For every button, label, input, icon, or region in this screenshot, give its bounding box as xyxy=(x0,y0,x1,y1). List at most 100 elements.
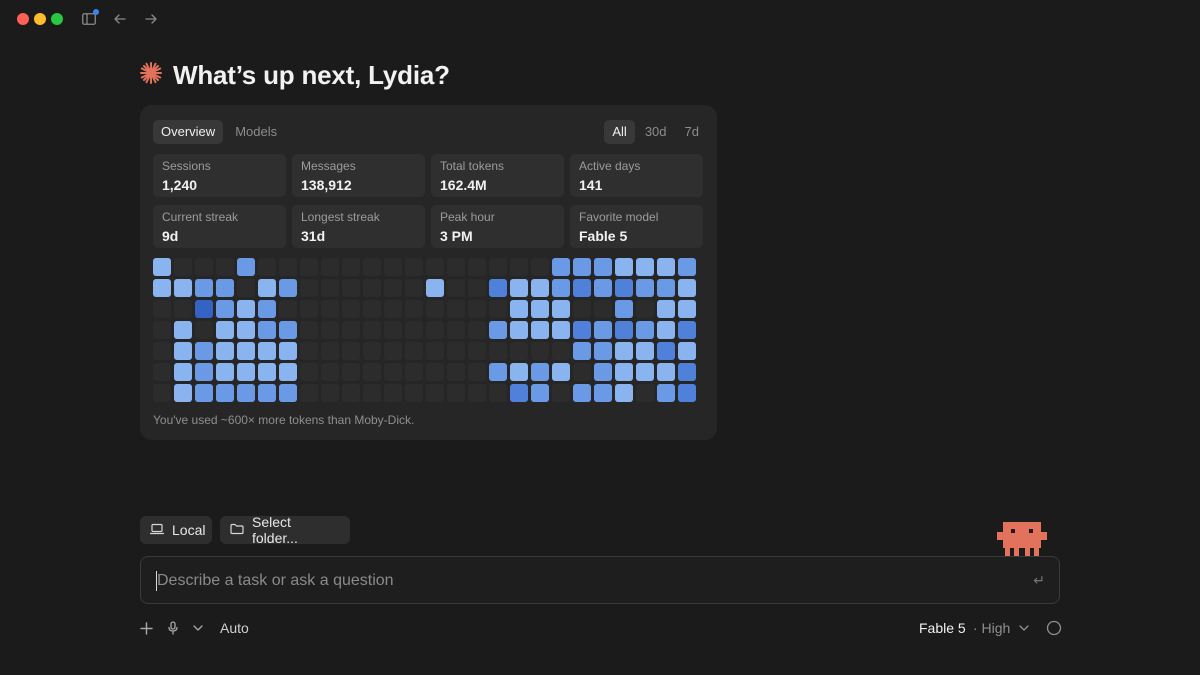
range-7d[interactable]: 7d xyxy=(677,120,707,144)
heatmap-cell xyxy=(237,363,255,381)
tab-models[interactable]: Models xyxy=(227,120,285,144)
stat-total-tokens: Total tokens 162.4M xyxy=(431,154,564,197)
range-30d[interactable]: 30d xyxy=(637,120,675,144)
heatmap-cell xyxy=(531,300,549,318)
heatmap-cell xyxy=(657,342,675,360)
heatmap-cell xyxy=(489,363,507,381)
heatmap-cell xyxy=(300,321,318,339)
heatmap-cell xyxy=(216,384,234,402)
heatmap-cell xyxy=(300,363,318,381)
task-input-box[interactable]: ↵ xyxy=(140,556,1060,604)
heatmap-cell xyxy=(237,321,255,339)
heatmap-cell xyxy=(237,384,255,402)
heatmap-cell xyxy=(384,279,402,297)
stat-value: 162.4M xyxy=(440,177,487,193)
laptop-icon xyxy=(149,522,165,538)
heatmap-cell xyxy=(300,258,318,276)
folder-icon xyxy=(230,522,244,538)
heatmap-cell xyxy=(363,279,381,297)
heatmap-cell xyxy=(678,300,696,318)
microphone-icon[interactable] xyxy=(167,617,179,639)
heatmap-cell xyxy=(552,363,570,381)
heatmap-cell xyxy=(405,300,423,318)
heatmap-cell xyxy=(678,258,696,276)
heatmap-cell xyxy=(195,321,213,339)
sparkle-asterisk-icon xyxy=(139,61,163,90)
heatmap-cell xyxy=(447,363,465,381)
heatmap-cell xyxy=(531,258,549,276)
heatmap-cell xyxy=(615,300,633,318)
heatmap-cell xyxy=(594,300,612,318)
heatmap-cell xyxy=(573,258,591,276)
heatmap-cell xyxy=(657,279,675,297)
heatmap-cell xyxy=(468,279,486,297)
heatmap-cell xyxy=(615,342,633,360)
heatmap-cell xyxy=(426,300,444,318)
heatmap-cell xyxy=(258,321,276,339)
window-minimize-button[interactable] xyxy=(34,13,46,25)
heatmap-cell xyxy=(363,300,381,318)
heatmap-cell xyxy=(342,363,360,381)
effort-level[interactable]: · High xyxy=(973,617,1010,639)
back-arrow-icon[interactable] xyxy=(111,10,129,28)
heatmap-cell xyxy=(363,384,381,402)
heatmap-cell xyxy=(363,258,381,276)
heatmap-cell xyxy=(573,363,591,381)
window-maximize-button[interactable] xyxy=(51,13,63,25)
window-close-button[interactable] xyxy=(17,13,29,25)
model-selector[interactable]: Fable 5 xyxy=(919,617,966,639)
usage-footnote: You've used ~600× more tokens than Moby-… xyxy=(153,413,415,427)
stat-sessions: Sessions 1,240 xyxy=(153,154,286,197)
select-folder-button[interactable]: Select folder... xyxy=(220,514,350,546)
heatmap-cell xyxy=(510,300,528,318)
heatmap-cell xyxy=(447,321,465,339)
heatmap-cell xyxy=(594,321,612,339)
chevron-down-icon[interactable] xyxy=(1019,617,1029,639)
heatmap-cell xyxy=(468,300,486,318)
task-input[interactable] xyxy=(157,569,1007,593)
forward-arrow-icon[interactable] xyxy=(142,10,160,28)
heatmap-cell xyxy=(237,342,255,360)
heatmap-cell xyxy=(405,363,423,381)
local-label: Local xyxy=(172,522,206,538)
heatmap-cell xyxy=(594,258,612,276)
heatmap-cell xyxy=(321,279,339,297)
heatmap-cell xyxy=(321,384,339,402)
select-folder-label: Select folder... xyxy=(252,514,298,546)
heatmap-cell xyxy=(510,342,528,360)
heatmap-cell xyxy=(510,384,528,402)
mode-selector[interactable]: Auto xyxy=(220,617,249,639)
heatmap-cell xyxy=(216,342,234,360)
heatmap-cell xyxy=(552,279,570,297)
plus-icon[interactable] xyxy=(140,617,153,639)
heatmap-cell xyxy=(363,342,381,360)
heatmap-cell xyxy=(657,384,675,402)
chevron-down-icon[interactable] xyxy=(193,617,203,639)
heatmap-cell xyxy=(153,279,171,297)
heatmap-cell xyxy=(594,342,612,360)
circle-status-icon[interactable] xyxy=(1046,617,1062,639)
range-all[interactable]: All xyxy=(604,120,635,144)
heatmap-cell xyxy=(279,321,297,339)
enter-return-icon[interactable]: ↵ xyxy=(1033,572,1045,589)
composer-toolbar: Auto Fable 5 · High xyxy=(140,617,1065,639)
local-environment-button[interactable]: Local xyxy=(140,516,212,544)
heatmap-cell xyxy=(195,279,213,297)
stat-value: 9d xyxy=(162,228,179,244)
heatmap-cell xyxy=(195,363,213,381)
heatmap-cell xyxy=(363,363,381,381)
tab-overview[interactable]: Overview xyxy=(153,120,224,144)
activity-heatmap xyxy=(153,258,698,403)
heatmap-cell xyxy=(657,258,675,276)
heatmap-cell xyxy=(447,300,465,318)
heatmap-cell xyxy=(279,300,297,318)
heatmap-cell xyxy=(489,300,507,318)
heatmap-cell xyxy=(636,384,654,402)
heatmap-cell xyxy=(426,363,444,381)
heatmap-cell xyxy=(678,363,696,381)
heatmap-cell xyxy=(489,342,507,360)
heatmap-cell xyxy=(405,258,423,276)
heatmap-cell xyxy=(384,321,402,339)
heatmap-cell xyxy=(615,384,633,402)
heatmap-cell xyxy=(552,384,570,402)
